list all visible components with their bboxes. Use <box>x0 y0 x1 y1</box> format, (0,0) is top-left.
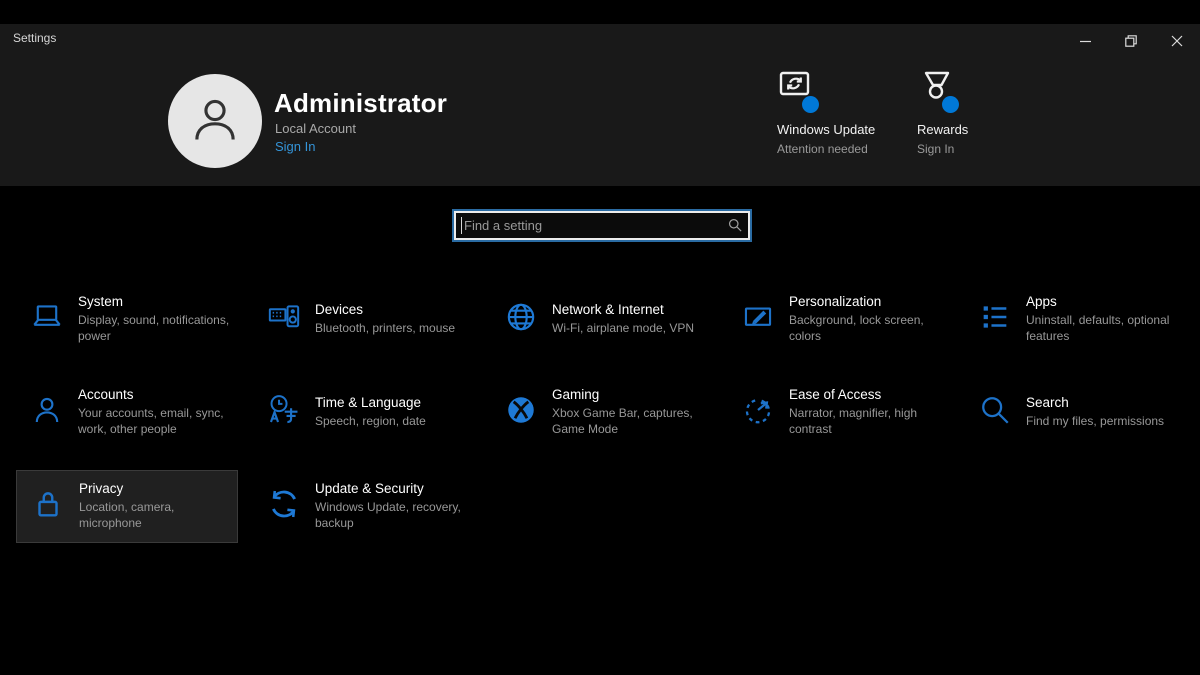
search-category-icon <box>978 393 1012 432</box>
category-tile-network-internet[interactable]: Network & Internet Wi-Fi, airplane mode, … <box>490 283 712 356</box>
category-tile-privacy[interactable]: Privacy Location, camera, microphone <box>16 470 238 543</box>
quick-status-text: Attention needed <box>777 142 875 156</box>
category-tile-devices[interactable]: Devices Bluetooth, printers, mouse <box>253 283 475 356</box>
accounts-icon <box>30 393 64 432</box>
category-title: System <box>78 294 238 309</box>
category-title: Search <box>1026 395 1186 410</box>
minimize-icon <box>1080 36 1091 47</box>
restore-icon <box>1125 35 1137 47</box>
category-title: Update & Security <box>315 481 475 496</box>
category-title: Accounts <box>78 387 238 402</box>
category-tile-apps[interactable]: Apps Uninstall, defaults, optional featur… <box>964 283 1186 356</box>
category-title: Time & Language <box>315 395 475 410</box>
user-name: Administrator <box>274 88 447 119</box>
category-subtitle: Wi-Fi, airplane mode, VPN <box>552 321 712 337</box>
category-tile-accounts[interactable]: Accounts Your accounts, email, sync, work… <box>16 376 238 449</box>
category-title: Apps <box>1026 294 1186 309</box>
minimize-button[interactable] <box>1062 24 1108 58</box>
rewards-status[interactable]: Rewards Sign In <box>917 68 968 156</box>
time-language-icon <box>267 393 301 432</box>
search-input[interactable] <box>454 211 750 240</box>
quick-status-text: Sign In <box>917 142 968 156</box>
window-controls <box>1062 24 1200 58</box>
category-subtitle: Xbox Game Bar, captures, Game Mode <box>552 406 712 437</box>
avatar[interactable] <box>168 74 262 168</box>
update-security-icon <box>267 487 301 526</box>
category-subtitle: Windows Update, recovery, backup <box>315 500 475 531</box>
person-icon <box>186 90 244 153</box>
category-tile-personalization[interactable]: Personalization Background, lock screen, … <box>727 283 949 356</box>
category-tile-search[interactable]: Search Find my files, permissions <box>964 376 1186 449</box>
category-subtitle: Your accounts, email, sync, work, other … <box>78 406 238 437</box>
status-badge <box>802 96 819 113</box>
category-subtitle: Location, camera, microphone <box>79 500 237 531</box>
account-type-label: Local Account <box>275 121 356 136</box>
close-icon <box>1171 35 1183 47</box>
ease-of-access-icon <box>741 393 775 432</box>
category-tile-update-security[interactable]: Update & Security Windows Update, recover… <box>253 470 475 543</box>
category-subtitle: Narrator, magnifier, high contrast <box>789 406 949 437</box>
category-title: Network & Internet <box>552 302 712 317</box>
category-title: Ease of Access <box>789 387 949 402</box>
network-icon <box>504 300 538 339</box>
category-title: Personalization <box>789 294 949 309</box>
window-title: Settings <box>13 31 56 45</box>
devices-icon <box>267 300 301 339</box>
status-badge <box>942 96 959 113</box>
quick-status-label: Rewards <box>917 122 968 137</box>
category-title: Devices <box>315 302 475 317</box>
apps-icon <box>978 300 1012 339</box>
category-subtitle: Display, sound, notifications, power <box>78 313 238 344</box>
category-subtitle: Bluetooth, printers, mouse <box>315 321 475 337</box>
quick-status-label: Windows Update <box>777 122 875 137</box>
privacy-icon <box>31 487 65 526</box>
sign-in-link[interactable]: Sign In <box>275 139 315 154</box>
category-tile-gaming[interactable]: Gaming Xbox Game Bar, captures, Game Mode <box>490 376 712 449</box>
category-tile-ease-of-access[interactable]: Ease of Access Narrator, magnifier, high … <box>727 376 949 449</box>
category-subtitle: Speech, region, date <box>315 414 475 430</box>
category-tile-system[interactable]: System Display, sound, notifications, pow… <box>16 283 238 356</box>
category-subtitle: Background, lock screen, colors <box>789 313 949 344</box>
personalization-icon <box>741 300 775 339</box>
category-title: Gaming <box>552 387 712 402</box>
settings-window: Settings Administrator <box>0 0 1200 675</box>
close-button[interactable] <box>1154 24 1200 58</box>
system-icon <box>30 300 64 339</box>
category-subtitle: Uninstall, defaults, optional features <box>1026 313 1186 344</box>
text-caret <box>461 217 462 234</box>
category-subtitle: Find my files, permissions <box>1026 414 1186 430</box>
gaming-icon <box>504 393 538 432</box>
search-box <box>454 211 750 240</box>
restore-button[interactable] <box>1108 24 1154 58</box>
category-title: Privacy <box>79 481 237 496</box>
windows-update-status[interactable]: Windows Update Attention needed <box>777 68 875 156</box>
category-tile-time-language[interactable]: Time & Language Speech, region, date <box>253 376 475 449</box>
